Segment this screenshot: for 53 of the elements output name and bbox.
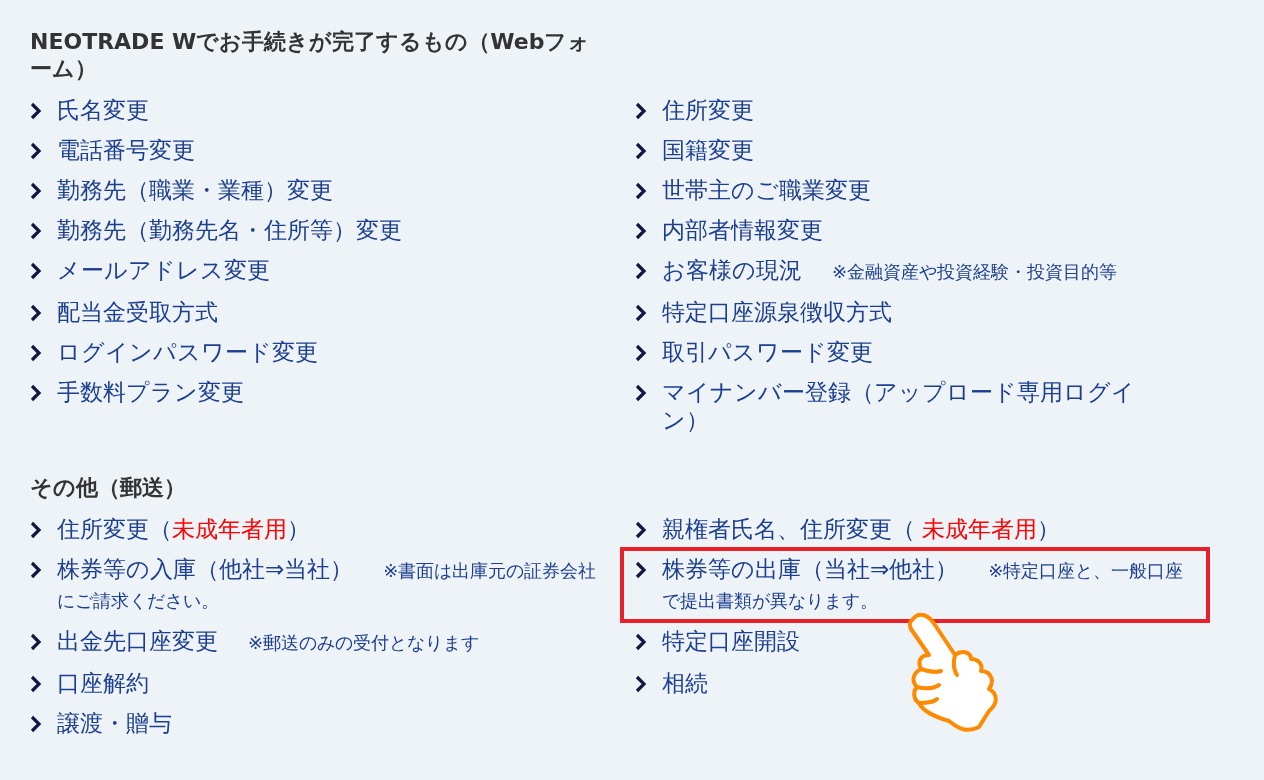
chevron-icon bbox=[30, 521, 42, 539]
chevron-icon bbox=[30, 102, 42, 120]
chevron-icon bbox=[30, 384, 42, 402]
menu-link[interactable]: 勤務先（勤務先名・住所等）変更 bbox=[57, 216, 402, 244]
menu-link[interactable]: 住所変更（未成年者用） bbox=[57, 515, 310, 543]
menu-link[interactable]: 勤務先（職業・業種）変更 bbox=[57, 176, 333, 204]
chevron-icon bbox=[30, 344, 42, 362]
chevron-icon bbox=[30, 304, 42, 322]
chevron-icon bbox=[635, 561, 647, 579]
menu-link[interactable]: 譲渡・贈与 bbox=[57, 709, 172, 737]
chevron-icon bbox=[30, 561, 42, 579]
menu-link[interactable]: 親権者氏名、住所変更（ 未成年者用） bbox=[662, 515, 1061, 543]
menu-link[interactable]: 氏名変更 bbox=[57, 96, 149, 124]
menu-link[interactable]: 世帯主のご職業変更 bbox=[662, 176, 871, 204]
menu-link[interactable]: 手数料プラン変更 bbox=[57, 378, 244, 406]
menu-link[interactable]: ログインパスワード変更 bbox=[57, 338, 318, 366]
menu-link[interactable]: 株券等の出庫（当社⇒他社） ※特定口座と、一般口座で提出書類が異なります。 bbox=[662, 555, 1200, 615]
chevron-icon bbox=[635, 222, 647, 240]
menu-link[interactable]: メールアドレス変更 bbox=[57, 256, 270, 284]
chevron-icon bbox=[30, 675, 42, 693]
chevron-icon bbox=[635, 633, 647, 651]
menu-link[interactable]: 相続 bbox=[662, 669, 708, 697]
menu-link[interactable]: 株券等の入庫（他社⇒当社） ※書面は出庫元の証券会社にご請求ください。 bbox=[57, 555, 600, 615]
menu-link[interactable]: 配当金受取方式 bbox=[57, 298, 218, 326]
chevron-icon bbox=[30, 182, 42, 200]
chevron-icon bbox=[635, 384, 647, 402]
menu-link[interactable]: マイナンバー登録（アップロード専用ログイン） bbox=[662, 378, 1180, 434]
menu-link[interactable]: 国籍変更 bbox=[662, 136, 754, 164]
chevron-icon bbox=[635, 304, 647, 322]
menu-link[interactable]: 電話番号変更 bbox=[57, 136, 195, 164]
chevron-icon bbox=[635, 142, 647, 160]
chevron-icon bbox=[30, 262, 42, 280]
menu-link[interactable]: 取引パスワード変更 bbox=[662, 338, 873, 366]
chevron-icon bbox=[635, 521, 647, 539]
menu-link[interactable]: 内部者情報変更 bbox=[662, 216, 823, 244]
chevron-icon bbox=[635, 262, 647, 280]
chevron-icon bbox=[30, 715, 42, 733]
pointing-hand-icon bbox=[905, 611, 1001, 735]
chevron-icon bbox=[635, 675, 647, 693]
chevron-icon bbox=[30, 633, 42, 651]
section-title: NEOTRADE Wでお手続きが完了するもの（Webフォーム） bbox=[30, 28, 592, 82]
menu-link[interactable]: 特定口座源泉徴収方式 bbox=[662, 298, 892, 326]
menu-link[interactable]: 特定口座開設 bbox=[662, 627, 800, 655]
chevron-icon bbox=[30, 222, 42, 240]
chevron-icon bbox=[635, 102, 647, 120]
chevron-icon bbox=[635, 182, 647, 200]
menu-link[interactable]: お客様の現況 ※金融資産や投資経験・投資目的等 bbox=[662, 256, 1118, 286]
menu-link[interactable]: 口座解約 bbox=[57, 669, 149, 697]
chevron-icon bbox=[30, 142, 42, 160]
chevron-icon bbox=[635, 344, 647, 362]
menu-link[interactable]: 出金先口座変更 ※郵送のみの受付となります bbox=[57, 627, 480, 657]
section-title: その他（郵送） bbox=[30, 474, 187, 501]
menu-link[interactable]: 住所変更 bbox=[662, 96, 754, 124]
